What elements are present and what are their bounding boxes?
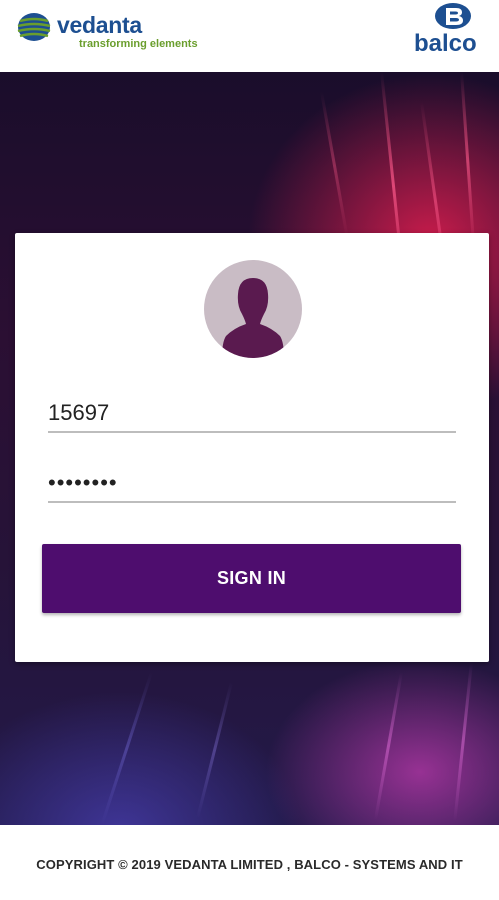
app-header: vedanta transforming elements balco [0,0,499,72]
vedanta-logo: vedanta transforming elements [17,10,217,50]
vedanta-logo-tagline: transforming elements [79,38,198,50]
light-streak [373,672,403,821]
balco-logo: balco [412,2,499,58]
balco-emblem-icon [435,3,471,29]
light-streak [100,672,153,825]
copyright-text: COPYRIGHT © 2019 VEDANTA LIMITED , BALCO… [36,857,463,872]
vedanta-logo-name: vedanta [57,12,142,38]
balco-logo-name: balco [414,30,477,57]
person-silhouette-icon [222,278,284,358]
light-streak [196,682,233,819]
sign-in-button[interactable]: SIGN IN [42,544,461,613]
login-card: SIGN IN [15,233,489,662]
user-avatar [204,260,302,358]
username-input[interactable] [48,395,456,433]
light-streak [460,72,476,252]
light-streak [320,91,350,240]
password-input[interactable] [48,465,456,503]
light-streak [453,662,473,822]
app-footer: COPYRIGHT © 2019 VEDANTA LIMITED , BALCO… [0,825,499,900]
globe-icon [17,13,51,41]
